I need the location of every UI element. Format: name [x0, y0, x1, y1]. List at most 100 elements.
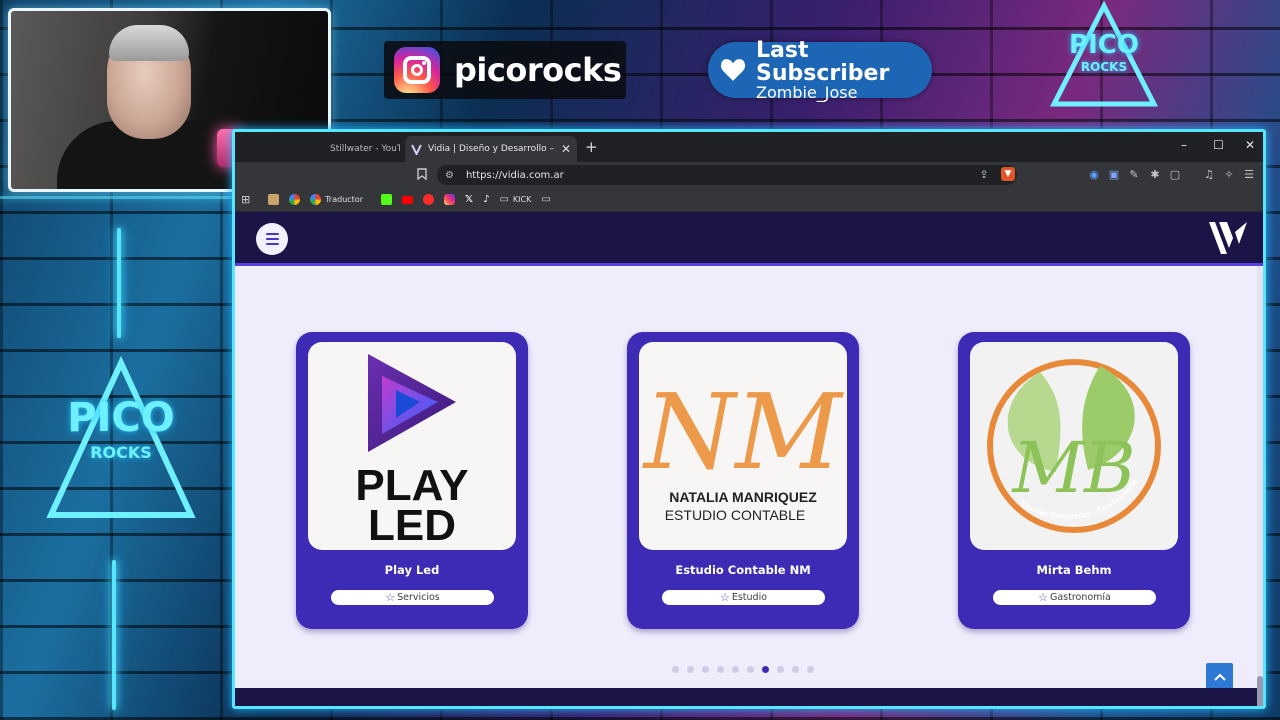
tab-title: Vidia | Diseño y Desarrollo – dise [428, 144, 555, 154]
instagram-icon [394, 47, 440, 93]
folder-icon: ▭ [499, 194, 509, 205]
subscriber-title: Last Subscriber [756, 37, 890, 86]
category-tag: ☆ Estudio [662, 590, 825, 605]
bookmark-kick[interactable] [381, 194, 392, 205]
scroll-to-top-button[interactable] [1206, 663, 1233, 690]
star-icon: ☆ [1038, 591, 1048, 604]
minimize-button[interactable]: – [1181, 138, 1187, 152]
x-icon: 𝕏 [465, 194, 474, 205]
card-title: Mirta Behm [1036, 563, 1112, 577]
client-card-mirta-behm[interactable]: MB Viandas Saludables - Sandwichería Mir… [958, 332, 1190, 629]
carousel-dot[interactable] [717, 666, 724, 673]
card-title: Estudio Contable NM [675, 563, 811, 577]
neon-decoration [0, 196, 232, 199]
vidia-favicon-icon [411, 144, 422, 155]
natalia-manriquez-logo: NM NATALIA MANRIQUEZ ESTUDIO CONTABLE [639, 342, 847, 550]
tab-vidia[interactable]: Vidia | Diseño y Desarrollo – dise ✕ [405, 136, 577, 162]
bookmark-tiktok[interactable]: ♪ [483, 194, 489, 205]
carousel-dot[interactable] [777, 666, 784, 673]
bookmark-folder[interactable]: ▭ [541, 194, 550, 205]
pen-extension-icon[interactable]: ✎ [1127, 167, 1141, 181]
apps-icon: ⊞ [241, 193, 251, 206]
svg-text:ESTUDIO CONTABLE: ESTUDIO CONTABLE [665, 507, 806, 523]
screenshot-icon[interactable]: ▢ [1168, 167, 1182, 181]
play-led-logo: PLAY LED [308, 342, 516, 550]
bookmarks-bar: ⊞ Traductor 𝕏 ♪ ▭ KICK ▭ [235, 188, 1263, 212]
star-icon: ☆ [719, 591, 730, 604]
carousel-dot[interactable] [792, 666, 799, 673]
svg-text:LED: LED [368, 501, 456, 550]
pico-rocks-logo: PICO ROCKS [1049, 0, 1159, 112]
share-icon[interactable]: ⇪ [977, 167, 991, 181]
card-title: Play Led [384, 563, 440, 577]
svg-text:NATALIA MANRIQUEZ: NATALIA MANRIQUEZ [669, 489, 817, 505]
browser-window: Stillwater - YouTu Vidia | Diseño y Desa… [232, 129, 1266, 709]
page-scrollbar[interactable] [1257, 266, 1263, 706]
vidia-logo[interactable] [1207, 220, 1249, 256]
youtube-music-icon [423, 194, 434, 205]
instagram-icon [444, 194, 455, 205]
leo-ai-icon[interactable]: ✧ [1222, 167, 1236, 181]
google-icon [289, 194, 301, 205]
close-tab-icon[interactable]: ✕ [561, 142, 571, 156]
pico-rocks-logo: PICO ROCKS [46, 355, 196, 525]
carousel-dot[interactable] [672, 666, 679, 673]
youtube-icon [402, 195, 413, 204]
bookmark-apps[interactable]: ⊞ [241, 193, 250, 206]
bookmark-icon[interactable] [415, 167, 429, 181]
extensions-icon[interactable]: ✱ [1148, 167, 1162, 181]
tab-youtube[interactable]: Stillwater - YouTu [330, 138, 400, 160]
bookmark-youtube[interactable] [402, 195, 413, 204]
client-card-estudio-contable-nm[interactable]: NM NATALIA MANRIQUEZ ESTUDIO CONTABLE Es… [627, 332, 859, 629]
last-subscriber-badge: Last Subscriber Zombie_Jose [708, 37, 932, 101]
bookmark-folder-kick[interactable]: ▭ KICK [499, 194, 531, 205]
site-header [235, 212, 1263, 266]
heart-icon [720, 57, 746, 83]
neon-decoration [112, 560, 116, 710]
chevron-up-icon [1213, 673, 1226, 681]
svg-text:NM: NM [641, 371, 844, 493]
google-translate-icon [310, 194, 322, 205]
category-tag: ☆ Gastronomía [993, 590, 1156, 605]
browser-toolbar: ⚙ https://vidia.com.ar ⇪ ▼ ◉ ▣ ✎ ✱ ▢ ♫ ✧… [235, 162, 1263, 188]
tab-strip: Stillwater - YouTu Vidia | Diseño y Desa… [235, 132, 1263, 162]
instagram-badge: picorocks [384, 41, 626, 99]
tiktok-icon: ♪ [483, 194, 490, 205]
site-info-icon[interactable]: ⚙ [445, 170, 454, 181]
hamburger-menu-button[interactable] [256, 223, 288, 255]
audio-icon[interactable]: ◉ [1087, 167, 1101, 181]
close-window-button[interactable]: ✕ [1245, 138, 1255, 152]
bookmark-youtube-music[interactable] [423, 194, 434, 205]
site-footer [235, 688, 1263, 706]
bookmark-x[interactable]: 𝕏 [465, 194, 473, 205]
bookmark-folder-image[interactable] [268, 194, 280, 205]
carousel-dot[interactable] [762, 666, 769, 673]
brave-shields-icon[interactable]: ▼ [1001, 167, 1015, 181]
media-icon[interactable]: ♫ [1202, 167, 1216, 181]
folder-image-icon [268, 194, 280, 205]
menu-icon[interactable]: ☰ [1242, 167, 1256, 181]
carousel-pagination [672, 666, 814, 673]
folder-icon: ▭ [541, 194, 551, 205]
maximize-button[interactable]: ☐ [1213, 138, 1224, 152]
instagram-handle: picorocks [454, 51, 622, 89]
url-text: https://vidia.com.ar [465, 169, 564, 181]
star-icon: ☆ [385, 591, 396, 604]
carousel-dot[interactable] [687, 666, 694, 673]
category-tag: ☆ Servicios [331, 590, 494, 605]
translate-extension-icon[interactable]: ▣ [1107, 167, 1121, 181]
new-tab-button[interactable]: + [585, 138, 598, 156]
web-page: PLAY LED Play Led ☆ Servicios NM NATALIA… [235, 212, 1263, 706]
bookmark-instagram[interactable] [444, 194, 455, 205]
carousel-dot[interactable] [732, 666, 739, 673]
kick-icon [381, 194, 392, 205]
address-bar[interactable]: ⚙ https://vidia.com.ar [437, 165, 1017, 185]
carousel-dot[interactable] [702, 666, 709, 673]
mirta-behm-logo: MB Viandas Saludables - Sandwichería [970, 342, 1178, 550]
subscriber-name: Zombie_Jose [756, 82, 858, 102]
bookmark-traductor[interactable]: Traductor [310, 194, 363, 205]
bookmark-google[interactable] [289, 194, 301, 205]
carousel-dot[interactable] [747, 666, 754, 673]
carousel-dot[interactable] [807, 666, 814, 673]
client-card-play-led[interactable]: PLAY LED Play Led ☆ Servicios [296, 332, 528, 629]
